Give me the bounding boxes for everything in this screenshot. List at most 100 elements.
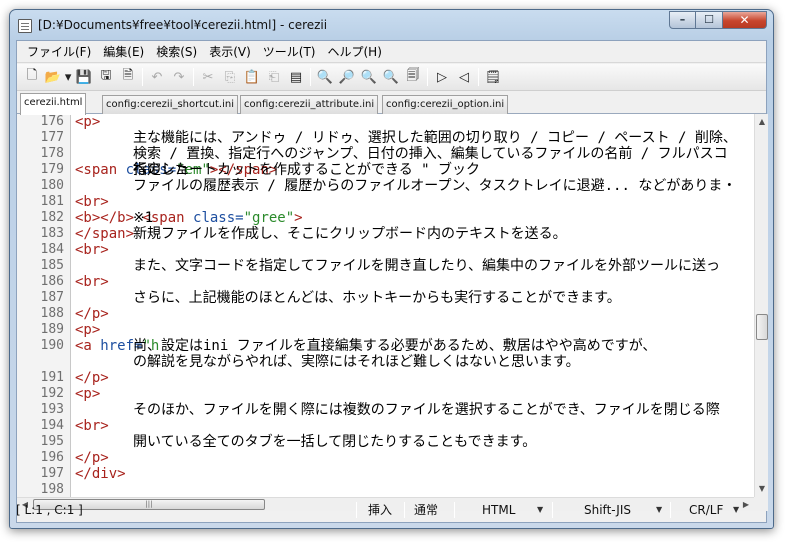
copy-icon[interactable]: ⎘ [219, 66, 241, 88]
paste-special-icon[interactable]: ⎗ [263, 66, 285, 88]
find-icon[interactable]: 🔍 [314, 66, 336, 88]
line-text: </p> [75, 306, 109, 322]
text-segment: ※1 [133, 210, 154, 226]
go-to-line-icon[interactable]: 🗐 [402, 66, 424, 88]
tab-0[interactable]: cerezii.html [20, 93, 87, 115]
text-segment: さらに、上記機能のほとんどは、ホットキーからも実行することができます。 [133, 290, 621, 306]
toolbar: 🗋 📂 ▾ 💾 🖫 🗎 ↶ ↷ ✂ ⎘ 📋 ⎗ ▤ 🔍 🔎 🔍 🔍 🗐 ▷ ◁ 🗒 [17, 64, 766, 91]
text-segment: class= [193, 210, 244, 226]
menu-item[interactable]: 表示(V) [203, 42, 257, 62]
vertical-scroll-thumb[interactable] [756, 314, 768, 340]
minimize-button[interactable]: – [669, 11, 696, 29]
code-line[interactable]: 190 尚、設定はini ファイルを直接編集する必要があるため、敷居はやや高めです… [17, 338, 754, 354]
code-line[interactable]: 198 [17, 482, 754, 497]
text-editor[interactable]: 176 <p> 177 主な機能には、アンドゥ / リドゥ、選択した範囲の切り取り /… [17, 114, 754, 497]
save-as-icon[interactable]: 🖫 [95, 66, 117, 88]
client-area: ファイル(F) 編集(E) 検索(S) 表示(V) ツール(T) ヘルプ(H) 🗋 📂 ▾ 💾… [16, 40, 768, 523]
line-text: <br> [75, 418, 109, 434]
code-line[interactable]: 193 そのほか、ファイルを開く際には複数のファイルを選択することができ、ファイル… [17, 402, 754, 418]
next-tab-icon[interactable]: ▷ [431, 66, 453, 88]
text-segment: ファイルの履歴表示 / 履歴からのファイルオープン、タスクトレイに退避... な… [133, 178, 737, 194]
code-line[interactable]: 197 </div> [17, 466, 754, 482]
open-file-icon[interactable]: 📂 ▾ [43, 66, 73, 88]
menu-item[interactable]: ファイル(F) [21, 42, 97, 62]
text-segment: <a [75, 338, 101, 354]
replace-icon[interactable]: 🔍 [380, 66, 402, 88]
save-icon[interactable]: 💾 [73, 66, 95, 88]
code-line[interactable]: 185 また、文字コードを指定してファイルを開き直したり、編集中のファイルを外部ツ… [17, 258, 754, 274]
maximize-icon: ☐ [704, 13, 714, 26]
code-line[interactable]: 183 新規ファイルを作成し、そこにクリップボード内のテキストを送る。 </span… [17, 226, 754, 242]
text-segment: </p> [75, 370, 109, 386]
code-line[interactable]: 184 <br> [17, 242, 754, 258]
select-all-icon[interactable]: ▤ [285, 66, 307, 88]
close-button[interactable]: ✕ [723, 11, 767, 29]
tab-3[interactable]: config:cerezii_option.ini [382, 95, 509, 114]
new-file-icon[interactable]: 🗋 [21, 66, 43, 88]
code-line[interactable]: 195 開いている全てのタブを一括して閉じたりすることもできます。 [17, 434, 754, 450]
undo-icon[interactable]: ↶ [146, 66, 168, 88]
code-line[interactable]: 186 <br> [17, 274, 754, 290]
minimize-icon: – [679, 13, 686, 26]
code-line[interactable]: 181 <br> [17, 194, 754, 210]
line-number: 190 [17, 338, 71, 354]
line-number: 191 [17, 370, 71, 386]
line-number: 184 [17, 242, 71, 258]
redo-icon[interactable]: ↷ [168, 66, 190, 88]
scroll-up-icon[interactable]: ▲ [755, 114, 769, 130]
text-segment: 尚、設定はini ファイルを直接編集する必要があるため、敷居はやや高めですが、 [133, 338, 657, 354]
code-line[interactable]: 189 <p> [17, 322, 754, 338]
code-line[interactable]: 180 ファイルの履歴表示 / 履歴からのファイルオープン、タスクトレイに退避..… [17, 178, 754, 194]
menu-item[interactable]: 検索(S) [150, 42, 203, 62]
text-segment: <p> [75, 386, 101, 402]
text-segment: 検索 / 置換、指定行へのジャンプ、日付の挿入、編集しているファイルの名前 / … [133, 146, 728, 162]
newline-selector[interactable]: CR/LF [689, 499, 723, 521]
scroll-down-icon[interactable]: ▼ [755, 481, 769, 497]
code-line[interactable]: 179 指定した <span class="em"> 行 </span> へのショートカッ… [17, 162, 754, 178]
find-prev-icon[interactable]: 🔍 [358, 66, 380, 88]
find-next-icon[interactable]: 🔎 [336, 66, 358, 88]
paste-icon[interactable]: 📋 [241, 66, 263, 88]
encoding-selector[interactable]: Shift-JIS [584, 499, 631, 521]
code-line[interactable]: 187 さらに、上記機能のほとんどは、ホットキーからも実行することができます。 [17, 290, 754, 306]
encoding-dropdown-icon[interactable]: ▼ [656, 499, 662, 521]
text-segment: "gree" [243, 210, 295, 226]
code-line[interactable]: 196 </p> [17, 450, 754, 466]
code-line[interactable]: 182 <b> ※1 </b> <span class="gree"> [17, 210, 754, 226]
newline-dropdown-icon[interactable]: ▼ [733, 499, 739, 521]
menu-item[interactable]: 編集(E) [97, 42, 150, 62]
insert-mode-indicator[interactable]: 挿入 [368, 499, 392, 521]
title-bar[interactable]: [D:¥Documents¥free¥tool¥cerezii.html] - … [10, 10, 773, 40]
line-text: </p> [75, 450, 109, 466]
menu-item[interactable]: ツール(T) [257, 42, 322, 62]
code-line[interactable]: 178 検索 / 置換、指定行へのジャンプ、日付の挿入、編集しているファイルの名前… [17, 146, 754, 162]
code-line[interactable]: 177 主な機能には、アンドゥ / リドゥ、選択した範囲の切り取り / コピー /… [17, 130, 754, 146]
syntax-dropdown-icon[interactable]: ▼ [537, 499, 543, 521]
tab-1[interactable]: config:cerezii_shortcut.ini [102, 95, 238, 114]
code-line[interactable]: 188 </p> [17, 306, 754, 322]
window-title: [D:¥Documents¥free¥tool¥cerezii.html] - … [38, 18, 328, 32]
maximize-button[interactable]: ☐ [696, 11, 723, 29]
document-icon[interactable] [18, 19, 32, 33]
status-divider [356, 502, 357, 518]
text-segment: <br> [75, 194, 109, 210]
menu-item[interactable]: ヘルプ(H) [322, 42, 388, 62]
prev-tab-icon[interactable]: ◁ [453, 66, 475, 88]
line-number: 197 [17, 466, 71, 482]
tab-2[interactable]: config:cerezii_attribute.ini [240, 95, 379, 114]
line-text: </div> [75, 466, 126, 482]
code-line[interactable]: 194 <br> [17, 418, 754, 434]
code-line[interactable]: 176 <p> [17, 114, 754, 130]
properties-icon[interactable]: 🗒 [482, 66, 504, 88]
line-number: 186 [17, 274, 71, 290]
close-file-icon[interactable]: 🗎 [117, 66, 139, 88]
code-line[interactable]: 191 </p> [17, 370, 754, 386]
vertical-scrollbar[interactable]: ▲ ▼ [754, 114, 768, 497]
line-number: 196 [17, 450, 71, 466]
cut-icon[interactable]: ✂ [197, 66, 219, 88]
edit-mode-indicator[interactable]: 通常 [414, 499, 438, 521]
code-line[interactable]: の解説を見ながらやれば、実際にはそれほど難しくはないと思います。 [17, 354, 754, 370]
code-line[interactable]: 192 <p> [17, 386, 754, 402]
syntax-selector[interactable]: HTML [482, 499, 515, 521]
toolbar-separator [478, 68, 479, 86]
